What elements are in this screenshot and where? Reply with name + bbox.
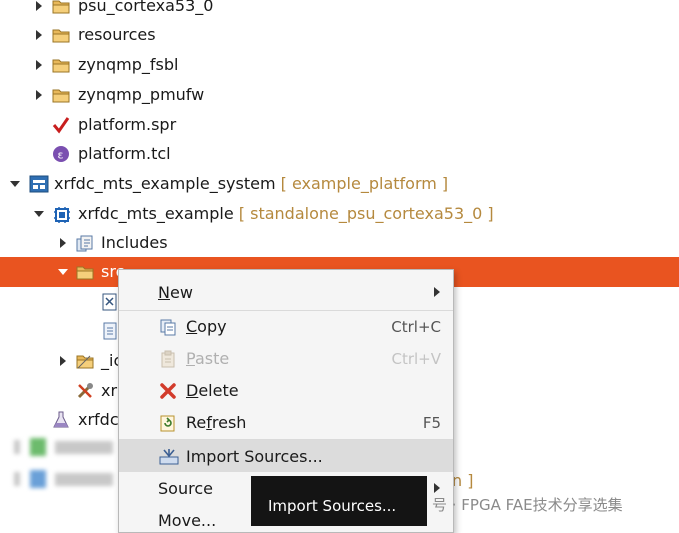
refresh-icon	[159, 414, 177, 432]
expand-arrow-icon[interactable]	[36, 60, 42, 70]
blurred-content	[55, 441, 113, 454]
tooltip: Import Sources...	[251, 476, 427, 526]
delete-icon	[159, 382, 177, 400]
menu-item-label: New	[158, 283, 193, 302]
menu-item-refresh[interactable]: Refresh F5	[119, 406, 453, 438]
collapse-arrow-icon[interactable]	[34, 211, 44, 217]
shortcut-label: F5	[422, 414, 441, 432]
watermark-text: 号 · FPGA FAE技术分享选集	[432, 496, 623, 514]
build-config-icon	[76, 382, 94, 400]
submenu-arrow-icon	[434, 483, 440, 493]
menu-item-label: Copy	[186, 317, 227, 336]
platform-decoration: [ example_platform ]	[280, 174, 449, 193]
folder-icon	[76, 352, 94, 370]
copy-icon	[159, 318, 177, 336]
tree-item-label: zynqmp_pmufw	[78, 85, 205, 104]
system-project-icon	[29, 175, 49, 193]
expand-arrow-icon[interactable]	[60, 356, 66, 366]
tree-item-includes[interactable]: Includes	[0, 228, 679, 258]
menu-item-label: Source	[158, 479, 213, 498]
svg-text:ε: ε	[58, 149, 64, 162]
menu-item-copy[interactable]: Copy Ctrl+C	[119, 310, 453, 342]
tree-item-platform-tcl[interactable]: ε platform.tcl	[0, 139, 679, 169]
tree-item-label: xrfdc_mts_example [ standalone_psu_corte…	[78, 204, 494, 223]
tree-item-label: zynqmp_fsbl	[78, 55, 179, 74]
paste-icon	[159, 350, 177, 368]
shortcut-label: Ctrl+C	[391, 318, 441, 336]
tree-item-label: Includes	[101, 233, 168, 252]
tree-item-zynqmp-fsbl[interactable]: zynqmp_fsbl	[0, 50, 679, 80]
tree-item-resources[interactable]: resources	[0, 20, 679, 50]
tcl-file-icon: ε	[52, 145, 70, 163]
import-icon	[159, 448, 179, 466]
blurred-icon	[30, 438, 46, 456]
folder-icon	[52, 0, 70, 15]
domain-decoration: [ standalone_psu_cortexa53_0 ]	[238, 204, 494, 223]
application-project-icon	[52, 205, 70, 223]
flask-icon	[52, 411, 70, 429]
menu-item-label: Move...	[158, 511, 217, 530]
blurred-icon	[30, 470, 46, 488]
partial-decoration: n ]	[452, 471, 474, 490]
expand-arrow-icon[interactable]	[60, 238, 66, 248]
collapse-arrow-icon[interactable]	[58, 269, 68, 275]
spr-file-icon	[52, 116, 70, 134]
menu-item-label: Paste	[186, 349, 230, 368]
menu-item-new[interactable]: New	[119, 276, 453, 308]
menu-item-import-sources[interactable]: Import Sources...	[119, 440, 453, 472]
tree-item-platform-spr[interactable]: platform.spr	[0, 110, 679, 140]
menu-item-label: Delete	[186, 381, 239, 400]
menu-item-label: Import Sources...	[186, 447, 323, 466]
includes-icon	[76, 234, 94, 252]
folder-icon	[52, 26, 70, 44]
tree-item-label: resources	[78, 25, 156, 44]
tree-item-zynqmp-pmufw[interactable]: zynqmp_pmufw	[0, 80, 679, 110]
tree-item-label: platform.spr	[78, 115, 177, 134]
menu-item-delete[interactable]: Delete	[119, 374, 453, 406]
collapse-arrow-icon[interactable]	[10, 181, 20, 187]
tree-item-label: xr	[101, 381, 118, 400]
tree-item-label: xrfdc	[78, 410, 119, 429]
folder-icon	[52, 56, 70, 74]
tree-item-xrfdc-mts-example[interactable]: xrfdc_mts_example [ standalone_psu_corte…	[0, 199, 679, 229]
linker-script-icon	[101, 293, 119, 311]
expand-arrow-icon[interactable]	[36, 90, 42, 100]
tooltip-text: Import Sources...	[268, 497, 397, 515]
tree-item-xrfdc-mts-example-system[interactable]: xrfdc_mts_example_system [ example_platf…	[0, 169, 679, 199]
tree-item-label: psu_cortexa53_0	[78, 0, 214, 15]
blurred-content	[14, 440, 20, 454]
menu-item-paste[interactable]: Paste Ctrl+V	[119, 342, 453, 374]
menu-item-label: Refresh	[186, 413, 247, 432]
submenu-arrow-icon	[434, 287, 440, 297]
tree-item-psu-cortexa53-0[interactable]: psu_cortexa53_0	[0, 0, 679, 21]
folder-icon	[52, 86, 70, 104]
shortcut-label: Ctrl+V	[391, 350, 441, 368]
tree-item-label: platform.tcl	[78, 144, 171, 163]
blurred-content	[14, 472, 20, 486]
folder-icon	[76, 263, 94, 281]
file-icon	[101, 322, 119, 340]
blurred-content	[55, 473, 113, 486]
expand-arrow-icon[interactable]	[36, 1, 42, 11]
expand-arrow-icon[interactable]	[36, 30, 42, 40]
tree-item-label: xrfdc_mts_example_system [ example_platf…	[54, 174, 449, 193]
